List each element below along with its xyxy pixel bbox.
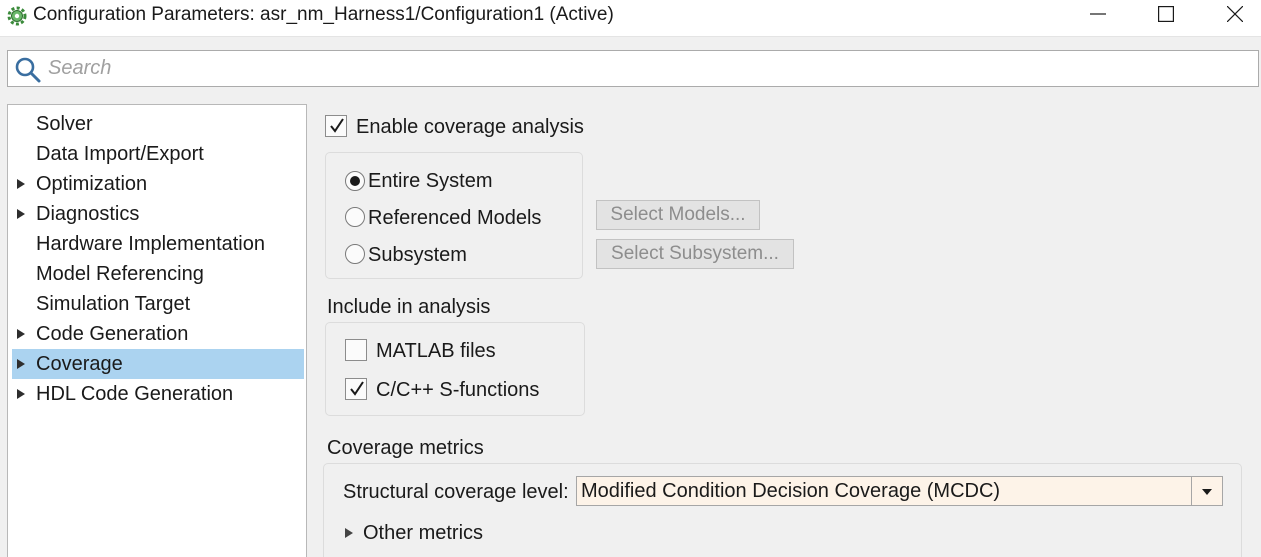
include-in-analysis-heading: Include in analysis — [327, 296, 491, 318]
maximize-button[interactable] — [1136, 0, 1196, 30]
other-metrics-toggle[interactable]: Other metrics — [363, 521, 483, 545]
dropdown-button[interactable] — [1191, 477, 1222, 505]
nav-item-label: Diagnostics — [36, 203, 140, 225]
nav-item-hdl-code-generation[interactable]: HDL Code Generation — [12, 379, 304, 409]
expand-arrow-icon[interactable] — [17, 329, 25, 339]
include-group: MATLAB files C/C++ S-functions — [325, 322, 585, 416]
nav-item-label: Optimization — [36, 173, 148, 195]
expand-arrow-icon[interactable] — [17, 209, 25, 219]
nav-item-label: Simulation Target — [36, 293, 191, 315]
nav-item-hardware-implementation[interactable]: Hardware Implementation — [12, 229, 304, 259]
search-box[interactable] — [7, 50, 1259, 87]
nav-item-label: Hardware Implementation — [36, 233, 265, 255]
matlab-files-checkbox[interactable] — [345, 339, 367, 361]
title-bar: Configuration Parameters: asr_nm_Harness… — [0, 0, 1261, 37]
nav-item-label: Data Import/Export — [36, 143, 204, 165]
structural-coverage-label: Structural coverage level: — [343, 481, 569, 503]
sfunctions-checkbox[interactable] — [345, 378, 367, 400]
nav-item-label: Solver — [36, 113, 93, 135]
minimize-button[interactable] — [1068, 0, 1128, 30]
sfunctions-label: C/C++ S-functions — [376, 379, 540, 401]
entire-system-label: Entire System — [368, 170, 493, 192]
subsystem-radio[interactable] — [345, 244, 365, 264]
nav-item-solver[interactable]: Solver — [12, 109, 304, 139]
close-icon — [1227, 6, 1243, 22]
nav-item-diagnostics[interactable]: Diagnostics — [12, 199, 304, 229]
coverage-metrics-heading: Coverage metrics — [327, 437, 484, 459]
subsystem-label: Subsystem — [368, 244, 467, 266]
expand-arrow-icon[interactable] — [17, 389, 25, 399]
minimize-icon — [1090, 13, 1106, 15]
search-input[interactable] — [48, 54, 1248, 83]
nav-item-label: Coverage — [36, 353, 123, 375]
referenced-models-radio[interactable] — [345, 207, 365, 227]
checkmark-icon — [330, 118, 344, 133]
nav-item-label: Code Generation — [36, 323, 189, 345]
search-icon — [14, 56, 42, 89]
radio-selected-dot — [350, 176, 360, 186]
select-models-button[interactable]: Select Models... — [596, 200, 760, 230]
checkmark-icon — [350, 381, 364, 396]
gear-cog-icon — [6, 5, 28, 27]
close-button[interactable] — [1205, 0, 1261, 30]
expand-arrow-icon[interactable] — [17, 359, 25, 369]
dropdown-selected-value: Modified Condition Decision Coverage (MC… — [581, 480, 1001, 502]
entire-system-radio[interactable] — [345, 171, 365, 191]
nav-item-optimization[interactable]: Optimization — [12, 169, 304, 199]
nav-item-data-import-export[interactable]: Data Import/Export — [12, 139, 304, 169]
select-subsystem-button[interactable]: Select Subsystem... — [596, 239, 794, 269]
maximize-icon — [1158, 6, 1174, 22]
enable-coverage-checkbox[interactable] — [325, 115, 347, 137]
referenced-models-label: Referenced Models — [368, 207, 542, 229]
window-title: Configuration Parameters: asr_nm_Harness… — [33, 4, 614, 25]
nav-item-coverage[interactable]: Coverage — [12, 349, 304, 379]
structural-coverage-dropdown[interactable]: Modified Condition Decision Coverage (MC… — [576, 476, 1223, 506]
enable-coverage-label: Enable coverage analysis — [356, 116, 584, 138]
expand-arrow-icon[interactable] — [17, 179, 25, 189]
chevron-down-icon — [1202, 489, 1212, 495]
matlab-files-label: MATLAB files — [376, 340, 496, 362]
category-tree[interactable]: Solver Data Import/Export Optimization D… — [7, 104, 307, 557]
nav-item-model-referencing[interactable]: Model Referencing — [12, 259, 304, 289]
nav-item-label: HDL Code Generation — [36, 383, 234, 405]
nav-item-label: Model Referencing — [36, 263, 204, 285]
nav-item-code-generation[interactable]: Code Generation — [12, 319, 304, 349]
configuration-parameters-window: Configuration Parameters: asr_nm_Harness… — [0, 0, 1261, 557]
expand-arrow-icon[interactable] — [345, 528, 353, 538]
nav-item-simulation-target[interactable]: Simulation Target — [12, 289, 304, 319]
scope-group: Entire System Referenced Models Subsyste… — [325, 152, 583, 279]
